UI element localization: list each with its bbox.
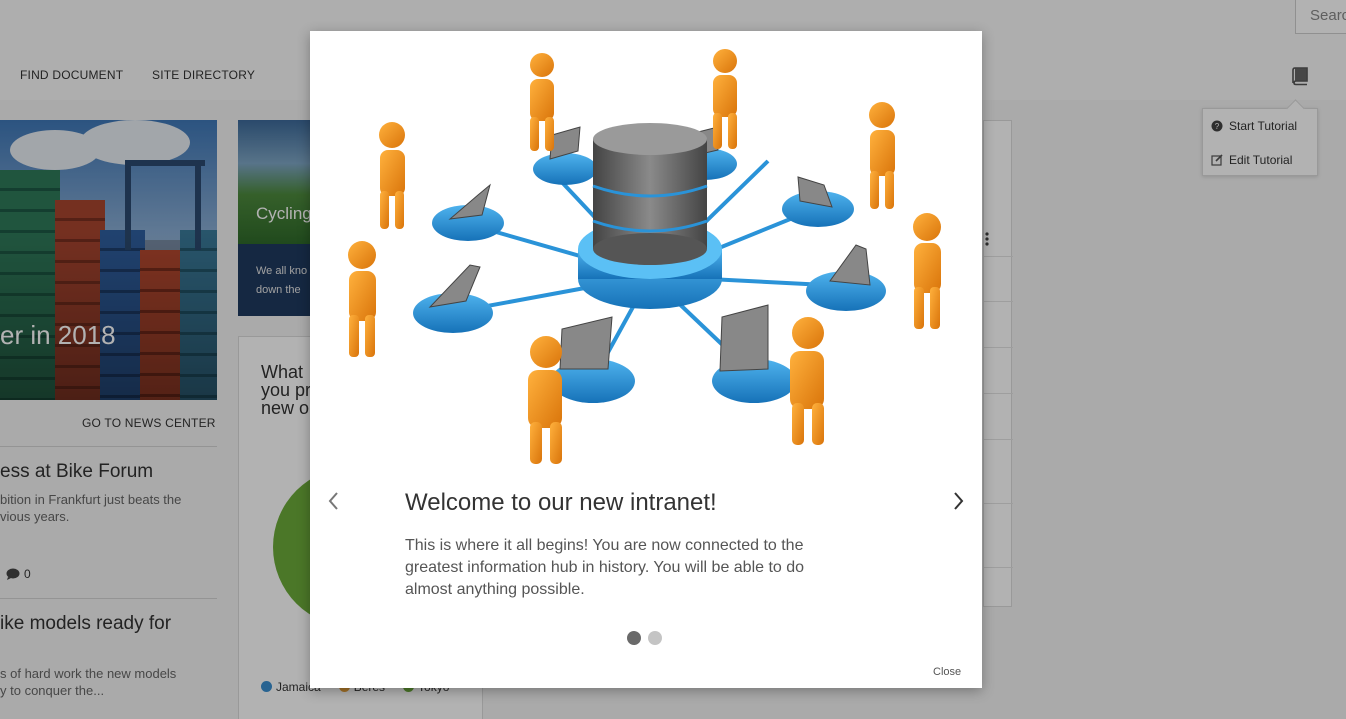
slide-indicator-2[interactable] — [648, 631, 662, 645]
close-button[interactable]: Close — [933, 666, 961, 678]
chevron-right-icon[interactable] — [948, 489, 968, 513]
chevron-left-icon[interactable] — [324, 489, 344, 513]
slide-body: This is where it all begins! You are now… — [405, 537, 805, 598]
welcome-modal: Welcome to our new intranet! This is whe… — [310, 31, 982, 688]
slide-indicators — [627, 631, 662, 645]
slide-title: Welcome to our new intranet! — [405, 489, 717, 516]
network-illustration — [348, 49, 941, 464]
slide-indicator-1[interactable] — [627, 631, 641, 645]
